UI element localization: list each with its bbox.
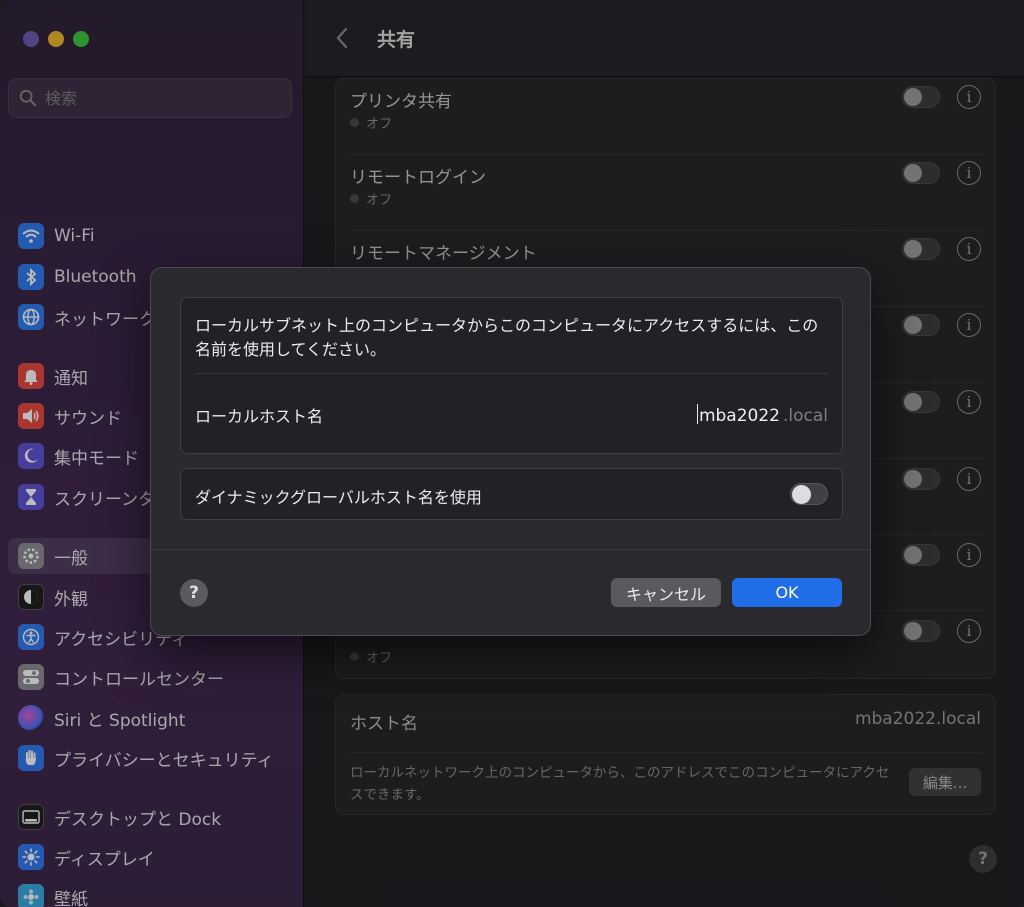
dynamic-hostname-label: ダイナミックグローバルホスト名を使用 — [195, 488, 482, 507]
local-hostname-sheet: ローカルサブネット上のコンピュータからこのコンピュータにアクセスするには、この名… — [150, 267, 871, 636]
sheet-description: ローカルサブネット上のコンピュータからこのコンピュータにアクセスするには、この名… — [195, 316, 819, 359]
divider — [195, 373, 828, 374]
sheet-help-button[interactable]: ? — [180, 579, 208, 607]
dynamic-hostname-row: ダイナミックグローバルホスト名を使用 — [180, 468, 843, 520]
cancel-button[interactable]: キャンセル — [611, 578, 721, 607]
local-hostname-input[interactable]: mba2022 — [699, 406, 780, 426]
local-hostname-label: ローカルホスト名 — [195, 407, 324, 426]
local-hostname-box: ローカルサブネット上のコンピュータからこのコンピュータにアクセスするには、この名… — [180, 297, 843, 454]
ok-button[interactable]: OK — [732, 578, 842, 607]
system-settings-window: Wi-Fi Bluetooth ネットワーク 通知 サウンド 集中モード スクリ… — [0, 0, 1024, 907]
text-caret — [696, 404, 698, 424]
local-hostname-suffix: .local — [782, 406, 828, 426]
dynamic-hostname-toggle[interactable] — [790, 483, 828, 505]
local-hostname-field[interactable]: mba2022 .local — [696, 401, 828, 426]
divider — [151, 549, 870, 550]
